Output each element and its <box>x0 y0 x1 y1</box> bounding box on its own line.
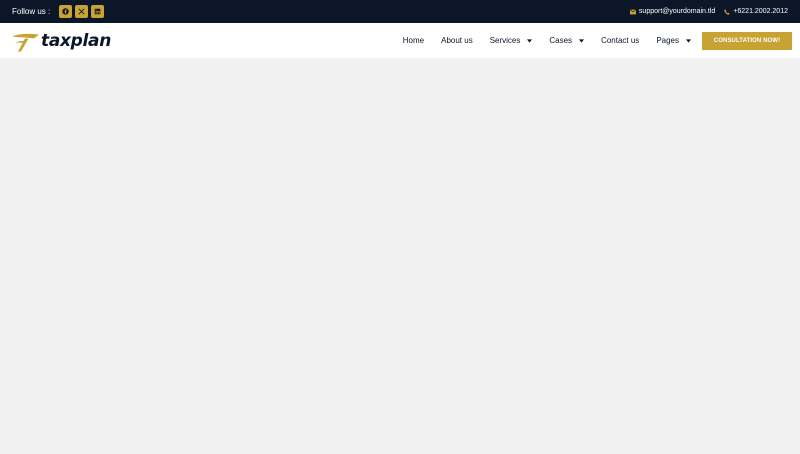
nav-item-label: Contact us <box>601 36 640 45</box>
caret-down-icon <box>579 38 585 43</box>
phone-text: +6221.2002.2012 <box>733 8 788 15</box>
email-text: support@yourdomain.tld <box>638 8 716 15</box>
follow-us-label: Follow us : <box>12 7 51 16</box>
nav-item-home[interactable]: Home <box>403 36 424 45</box>
caret-down-icon <box>686 38 691 43</box>
follow-us-group: Follow us : <box>12 5 107 18</box>
nav-item-contact-us[interactable]: Contact us <box>601 36 639 45</box>
nav-item-label: Services <box>489 36 521 45</box>
nav-item-about-us[interactable]: About us <box>441 36 473 45</box>
nav-item-label: Cases <box>549 36 573 45</box>
nav-item-label: Pages <box>656 36 679 45</box>
linkedin-icon <box>94 8 101 15</box>
envelope-icon <box>629 8 636 14</box>
nav-item-cases[interactable]: Cases <box>549 36 585 45</box>
logo-wordmark: taxplan <box>41 30 112 51</box>
phone-icon <box>724 8 730 15</box>
email-link[interactable]: support@yourdomain.tld <box>629 8 716 15</box>
contact-info-group: support@yourdomain.tld +6221.2002.2012 <box>629 8 788 15</box>
linkedin-button[interactable] <box>91 5 105 18</box>
facebook-button[interactable] <box>59 5 73 18</box>
nav-item-services[interactable]: Services <box>490 36 533 45</box>
facebook-icon <box>62 8 69 15</box>
phone-link[interactable]: +6221.2002.2012 <box>724 8 788 15</box>
x-twitter-button[interactable] <box>75 5 89 18</box>
main-header: taxplan Home About us Services Cases Con… <box>0 23 800 58</box>
logo-mark-icon <box>12 33 39 51</box>
main-nav: Home About us Services Cases Contact us … <box>403 31 792 50</box>
nav-item-label: Home <box>402 36 425 45</box>
caret-down-icon <box>527 38 533 43</box>
nav-item-label: About us <box>441 36 473 45</box>
consultation-now-button[interactable]: CONSULTATION NOW! <box>702 31 792 50</box>
top-bar: Follow us : support@yourdomain.tld +6221… <box>0 0 800 23</box>
site-logo[interactable]: taxplan <box>12 30 111 52</box>
page-content-area <box>0 58 800 454</box>
nav-item-pages[interactable]: Pages <box>656 36 691 45</box>
x-twitter-icon <box>78 8 85 15</box>
